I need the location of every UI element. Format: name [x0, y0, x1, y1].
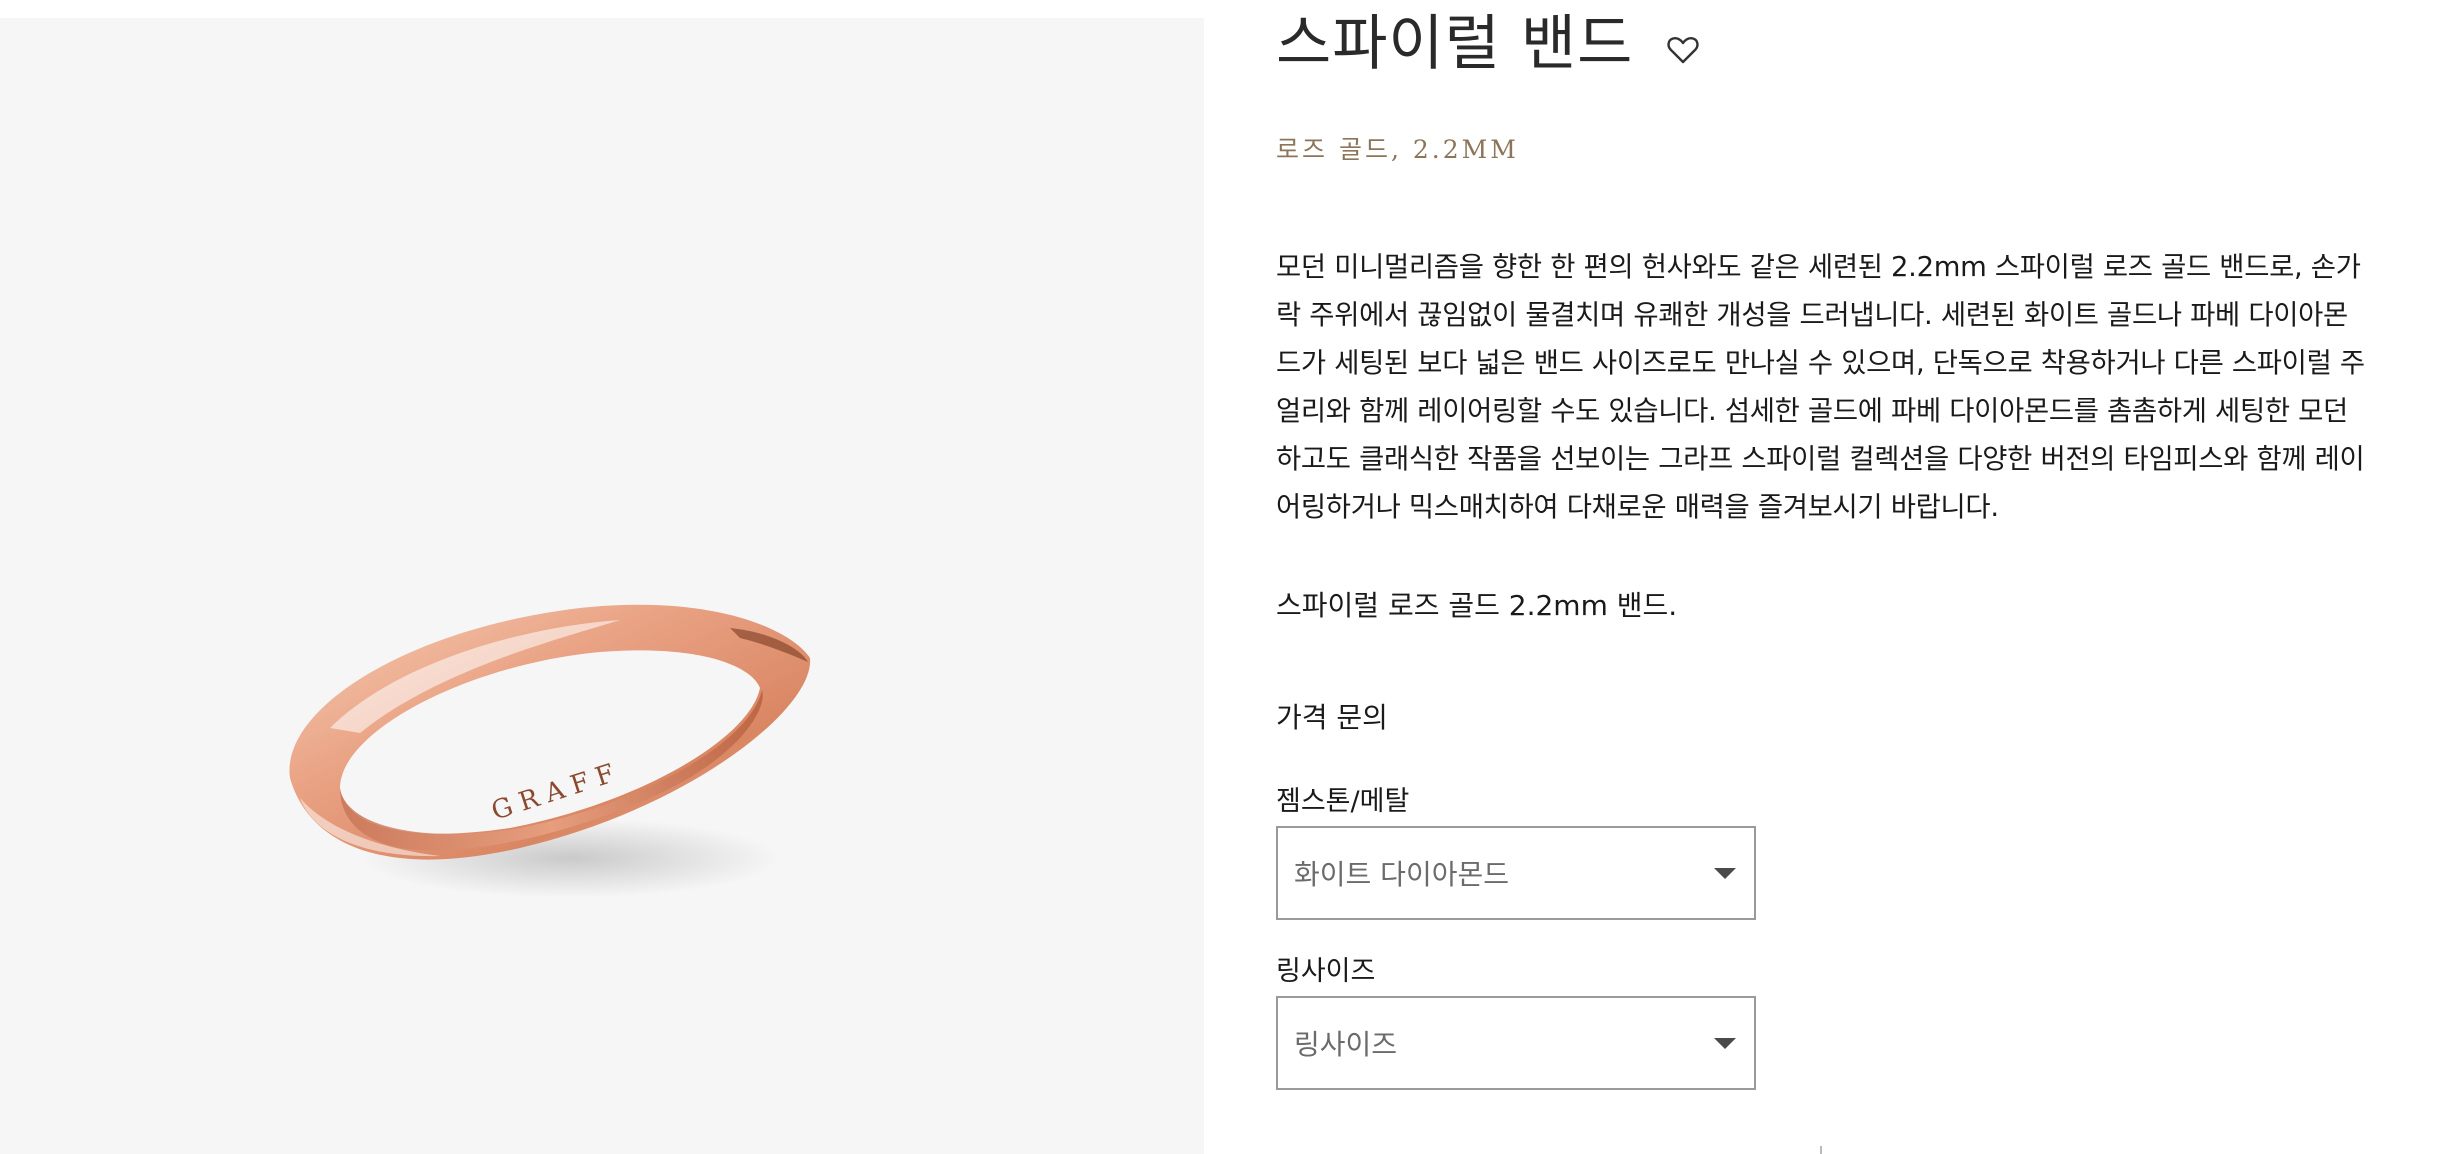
product-description: 모던 미니멀리즘을 향한 한 편의 헌사와도 같은 세련된 2.2mm 스파이럴…: [1276, 252, 2365, 523]
caret-down-icon: [1714, 1038, 1736, 1049]
heart-outline-icon: [1667, 37, 1699, 64]
gemstone-metal-value: 화이트 다이아몬드: [1294, 858, 1509, 891]
gemstone-metal-label: 젬스톤/메탈: [1276, 786, 1410, 817]
gemstone-metal-select[interactable]: 화이트 다이아몬드: [1276, 826, 1756, 920]
ring-size-label: 링사이즈: [1276, 956, 1376, 987]
ring-size-value: 링사이즈: [1294, 1028, 1398, 1061]
product-page: GRAFF 스파이럴 밴드 로즈 골드, 2.2MM 모던 미니멀리즘을 향한 …: [0, 0, 2442, 1154]
caret-down-icon: [1714, 868, 1736, 879]
product-image-panel: GRAFF: [0, 18, 1204, 1154]
product-short-description: 스파이럴 로즈 골드 2.2mm 밴드.: [1276, 589, 1678, 622]
product-title: 스파이럴 밴드: [1276, 9, 1634, 79]
ring-size-select[interactable]: 링사이즈: [1276, 996, 1756, 1090]
product-subtitle: 로즈 골드, 2.2MM: [1276, 135, 1519, 164]
title-row: 스파이럴 밴드: [1276, 4, 1703, 84]
ring-product-image: GRAFF: [270, 558, 830, 918]
divider-tick: [1820, 1146, 1822, 1154]
price-inquiry-link[interactable]: 가격 문의: [1276, 694, 1388, 742]
wishlist-button[interactable]: [1663, 30, 1703, 70]
